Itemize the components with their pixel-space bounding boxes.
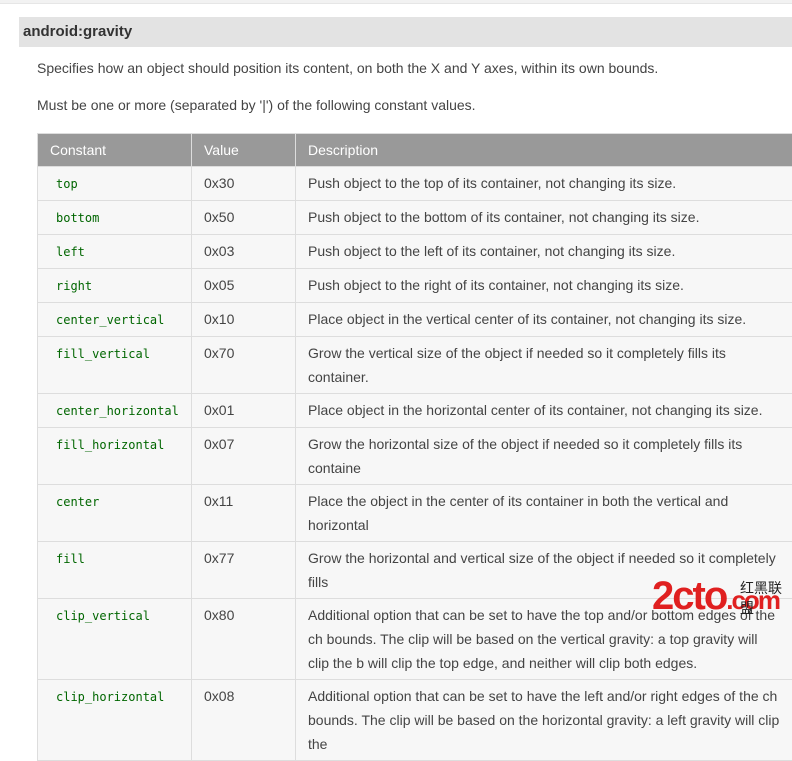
description-cell: Place object in the vertical center of i… (296, 303, 792, 337)
constant-name: top (50, 177, 78, 191)
value-cell: 0x08 (192, 680, 296, 761)
constant-cell: fill_horizontal (38, 428, 192, 485)
value-cell: 0x77 (192, 542, 296, 599)
constant-cell: fill (38, 542, 192, 599)
value-cell: 0x05 (192, 269, 296, 303)
table-row: left 0x03Push object to the left of its c… (38, 235, 792, 269)
header-description: Description (296, 134, 792, 167)
description-cell: Push object to the top of its container,… (296, 167, 792, 201)
constant-name: left (50, 245, 85, 259)
description-cell: Grow the vertical size of the object if … (296, 337, 792, 394)
value-cell: 0x50 (192, 201, 296, 235)
value-cell: 0x70 (192, 337, 296, 394)
description-cell: Place object in the horizontal center of… (296, 394, 792, 428)
constant-cell: clip_vertical (38, 599, 192, 680)
must-be-text: Must be one or more (separated by '|') o… (37, 97, 792, 113)
constant-name: right (50, 279, 92, 293)
constant-cell: bottom (38, 201, 192, 235)
header-value: Value (192, 134, 296, 167)
constant-name: fill_horizontal (50, 438, 164, 452)
constant-name: clip_horizontal (50, 690, 164, 704)
description-cell: Push object to the left of its container… (296, 235, 792, 269)
constant-cell: clip_horizontal (38, 680, 192, 761)
table-header: Constant Value Description (38, 134, 792, 167)
table-row: fill_vertical 0x70Grow the vertical size … (38, 337, 792, 394)
value-cell: 0x01 (192, 394, 296, 428)
table-row: center_vertical 0x10Place object in the v… (38, 303, 792, 337)
constant-cell: center_horizontal (38, 394, 192, 428)
description-cell: Place the object in the center of its co… (296, 485, 792, 542)
constant-name: center_horizontal (50, 404, 179, 418)
description-cell: Push object to the right of its containe… (296, 269, 792, 303)
table-row: center 0x11Place the object in the center… (38, 485, 792, 542)
intro-text: Specifies how an object should position … (37, 60, 792, 76)
value-cell: 0x80 (192, 599, 296, 680)
table-row: right 0x05Push object to the right of its… (38, 269, 792, 303)
description-cell: Additional option that can be set to hav… (296, 680, 792, 761)
constant-cell: center (38, 485, 192, 542)
constant-name: center (50, 495, 99, 509)
value-cell: 0x11 (192, 485, 296, 542)
description-cell: Push object to the bottom of its contain… (296, 201, 792, 235)
table-row: clip_horizontal 0x08Additional option tha… (38, 680, 792, 761)
constant-name: bottom (50, 211, 99, 225)
table-row: fill_horizontal 0x07Grow the horizontal s… (38, 428, 792, 485)
constant-name: fill (50, 552, 85, 566)
constants-table: Constant Value Description top0x30Push o… (37, 133, 792, 761)
constant-cell: left (38, 235, 192, 269)
top-bar (0, 0, 792, 4)
constant-name: center_vertical (50, 313, 164, 327)
header-constant: Constant (38, 134, 192, 167)
constant-cell: fill_vertical (38, 337, 192, 394)
constant-cell: top (38, 167, 192, 201)
constant-name: clip_vertical (50, 609, 150, 623)
constant-cell: center_vertical (38, 303, 192, 337)
description-cell: Grow the horizontal size of the object i… (296, 428, 792, 485)
table-row: center_horizontal 0x01Place object in the… (38, 394, 792, 428)
attribute-title: android:gravity (19, 17, 792, 47)
value-cell: 0x30 (192, 167, 296, 201)
table-row: top 0x30Push object to the top of its con… (38, 167, 792, 201)
value-cell: 0x10 (192, 303, 296, 337)
constant-name: fill_vertical (50, 347, 150, 361)
value-cell: 0x07 (192, 428, 296, 485)
constant-cell: right (38, 269, 192, 303)
value-cell: 0x03 (192, 235, 296, 269)
watermark-logo: 2cto.com 红黑联盟 (652, 576, 792, 624)
table-row: bottom 0x50Push object to the bottom of i… (38, 201, 792, 235)
